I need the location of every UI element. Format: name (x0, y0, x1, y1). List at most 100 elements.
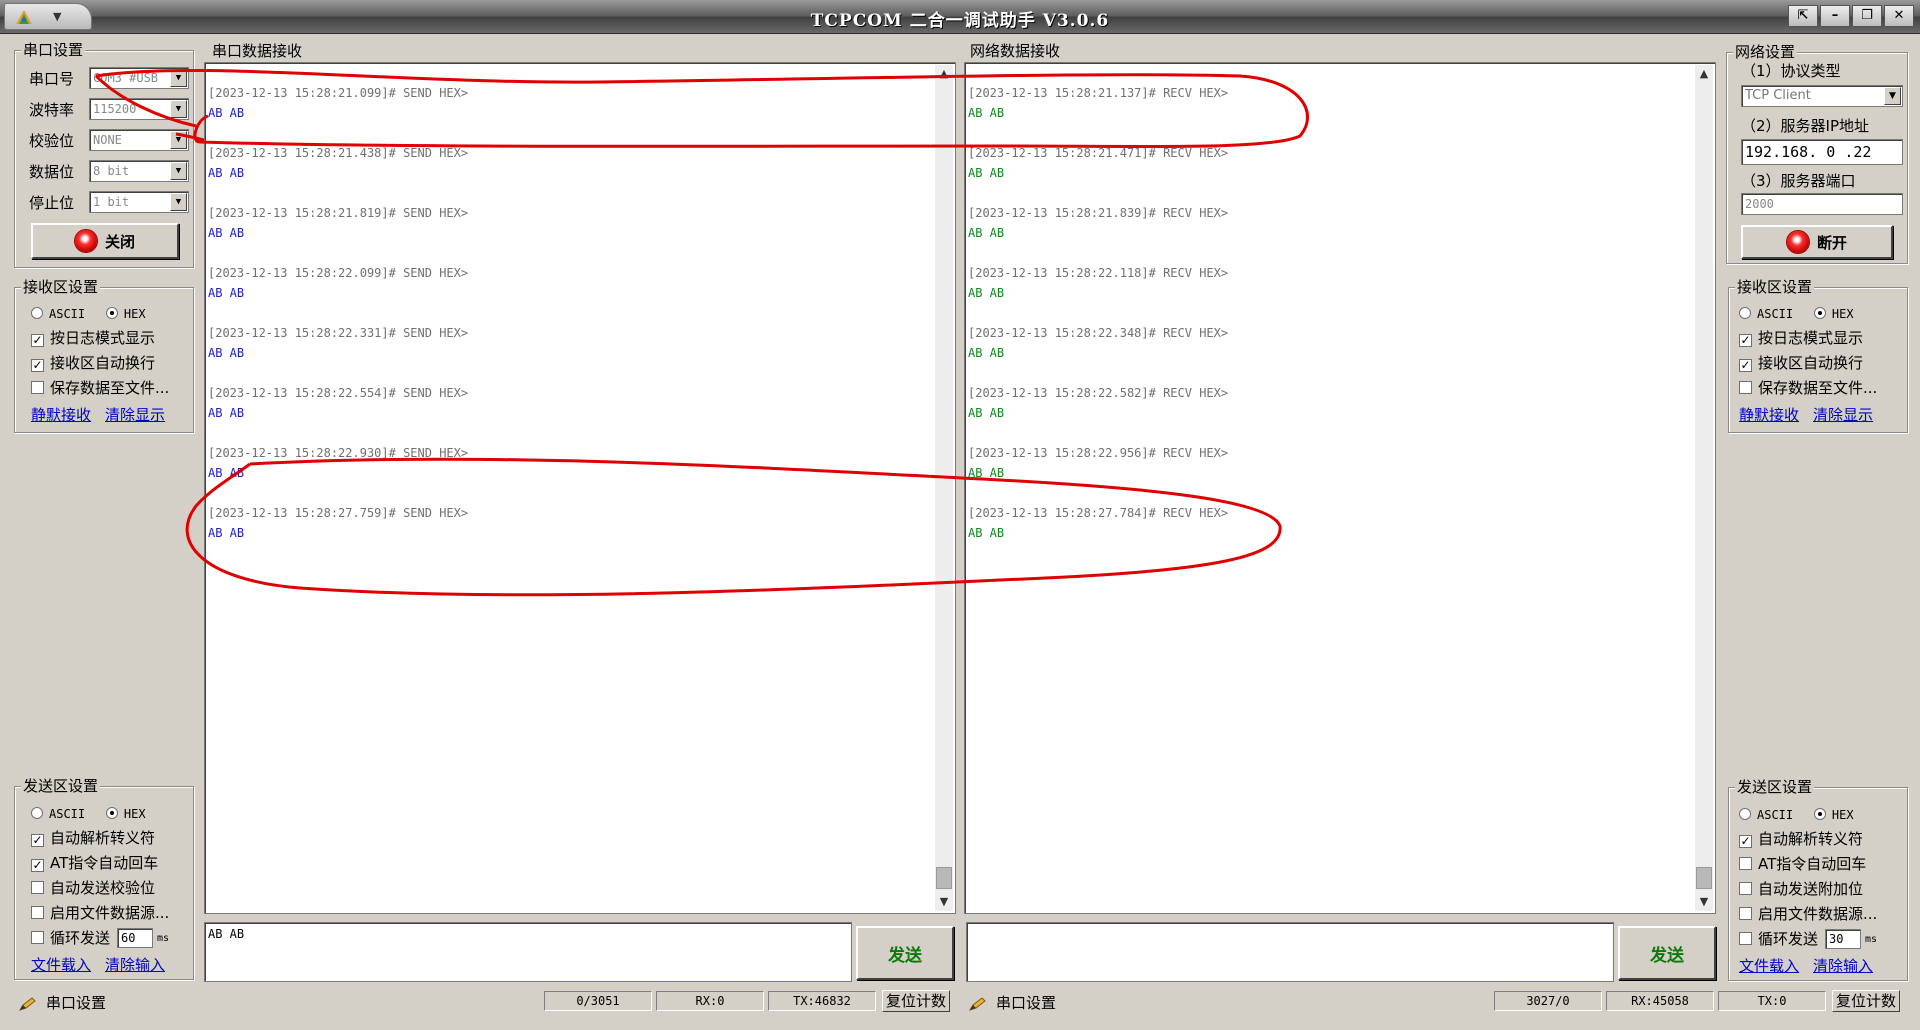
stopbits-select[interactable]: 1 bit ▼ (89, 191, 189, 213)
parity-select[interactable]: NONE ▼ (89, 129, 189, 151)
net-send-input[interactable] (966, 922, 1614, 982)
net-clear-display-link[interactable]: 清除显示 (1813, 406, 1873, 424)
checksum-checkbox[interactable]: 自动发送校验位 (31, 878, 155, 898)
loop-unit: ms (1865, 934, 1878, 945)
net-log-mode-checkbox[interactable]: ✓ 按日志模式显示 (1739, 328, 1863, 348)
log-entry-header: [2023-12-13 15:28:21.438]# SEND HEX> (208, 146, 469, 160)
checkbox-empty-icon (31, 881, 44, 894)
clear-display-link[interactable]: 清除显示 (105, 406, 165, 424)
baud-value: 115200 (93, 102, 137, 116)
at-cr-label: AT指令自动回车 (50, 854, 159, 872)
scroll-thumb[interactable] (1696, 867, 1712, 889)
net-send-ascii-radio[interactable]: ASCII (1739, 805, 1793, 823)
net-loop-send-checkbox[interactable]: 循环发送 (1739, 929, 1818, 949)
save-file-label: 保存数据至文件... (50, 379, 170, 397)
net-loop-interval-input[interactable]: 30 (1825, 929, 1861, 949)
status-serial-settings[interactable]: 串口设置 (18, 993, 106, 1013)
escape-checkbox[interactable]: ✓ 自动解析转义符 (31, 828, 155, 848)
net-send-hex-radio[interactable]: HEX (1813, 805, 1854, 823)
scroll-down-icon[interactable]: ▼ (935, 893, 953, 911)
loop-send-label: 循环发送 (50, 929, 111, 947)
checkmark-icon: ✓ (1739, 358, 1752, 372)
recv-hex-radio[interactable]: HEX (105, 304, 146, 322)
send-hex-radio[interactable]: HEX (105, 804, 146, 822)
log-mode-checkbox[interactable]: ✓ 按日志模式显示 (31, 328, 155, 348)
send-ascii-radio[interactable]: ASCII (31, 804, 85, 822)
ascii-label: ASCII (49, 807, 86, 821)
net-send-button[interactable]: 发送 (1618, 926, 1716, 980)
serial-close-button[interactable]: 关闭 (31, 223, 179, 259)
net-load-file-link[interactable]: 文件载入 (1739, 957, 1799, 975)
log-entry: [2023-12-13 15:28:22.099]# SEND HEX> AB A… (208, 263, 468, 323)
log-entry-data: AB AB (968, 406, 1005, 420)
recv-ascii-radio[interactable]: ASCII (31, 304, 85, 322)
net-recv-scrollbar[interactable]: ▲ ▼ (1695, 65, 1713, 911)
clear-input-link[interactable]: 清除输入 (105, 956, 165, 974)
net-reset-count-button[interactable]: 复位计数 (1832, 990, 1900, 1012)
parity-value: NONE (93, 133, 122, 147)
status-net-tx: TX:0 (1718, 991, 1826, 1011)
net-send-mode-row: ASCII HEX (1739, 804, 1854, 825)
net-recv-panel[interactable]: [2023-12-13 15:28:21.137]# RECV HEX> AB A… (964, 62, 1716, 914)
databits-select[interactable]: 8 bit ▼ (89, 160, 189, 182)
net-disconnect-button[interactable]: 断开 (1741, 225, 1893, 259)
port-select[interactable]: COM3 #USB ▼ (89, 67, 189, 89)
net-pause-recv-link[interactable]: 静默接收 (1739, 406, 1799, 424)
net-save-file-checkbox[interactable]: 保存数据至文件... (1739, 378, 1877, 398)
baud-select[interactable]: 115200 ▼ (89, 98, 189, 120)
file-source-label: 启用文件数据源... (50, 904, 170, 922)
serial-recv-scrollbar[interactable]: ▲ ▼ (935, 65, 953, 911)
log-entry-data: AB AB (208, 466, 245, 480)
checkbox-empty-icon (1739, 907, 1752, 920)
file-source-checkbox[interactable]: 启用文件数据源... (31, 903, 169, 923)
group-title: 接收区设置 (21, 278, 101, 296)
net-clear-input-link[interactable]: 清除输入 (1813, 957, 1873, 975)
scroll-thumb[interactable] (936, 867, 952, 889)
log-entry-data: AB AB (968, 106, 1005, 120)
serial-send-button[interactable]: 发送 (856, 926, 954, 980)
net-checksum-checkbox[interactable]: 自动发送附加位 (1739, 879, 1863, 899)
status-net-settings[interactable]: 串口设置 (968, 993, 1056, 1013)
pencil-icon (18, 996, 36, 1011)
net-escape-checkbox[interactable]: ✓ 自动解析转义符 (1739, 829, 1863, 849)
auto-wrap-checkbox[interactable]: ✓ 接收区自动换行 (31, 353, 155, 373)
net-at-cr-checkbox[interactable]: AT指令自动回车 (1739, 854, 1866, 874)
serial-reset-count-button[interactable]: 复位计数 (882, 990, 950, 1012)
scroll-down-icon[interactable]: ▼ (1695, 893, 1713, 911)
radio-icon (1813, 808, 1826, 820)
net-recv-hex-radio[interactable]: HEX (1813, 304, 1854, 322)
log-entry-data: AB AB (208, 526, 245, 540)
scroll-up-icon[interactable]: ▲ (935, 65, 953, 83)
log-entry-data: AB AB (208, 106, 245, 120)
load-file-link[interactable]: 文件载入 (31, 956, 91, 974)
protocol-select[interactable]: TCP Client ▼ (1741, 85, 1903, 107)
serial-recv-panel[interactable]: [2023-12-13 15:28:21.099]# SEND HEX> AB A… (204, 62, 956, 914)
minimize-icon[interactable]: – (1820, 5, 1850, 27)
net-auto-wrap-checkbox[interactable]: ✓ 接收区自动换行 (1739, 353, 1863, 373)
serial-send-input[interactable]: AB AB (204, 922, 852, 982)
close-icon[interactable]: ✕ (1884, 5, 1914, 27)
net-file-source-checkbox[interactable]: 启用文件数据源... (1739, 904, 1877, 924)
ip-input[interactable]: 192.168. 0 .22 (1741, 139, 1903, 165)
net-recv-title: 网络数据接收 (970, 42, 1061, 60)
save-file-checkbox[interactable]: 保存数据至文件... (31, 378, 169, 398)
loop-interval-input[interactable]: 60 (117, 928, 153, 948)
net-port-input[interactable]: 2000 (1741, 193, 1903, 215)
scroll-up-icon[interactable]: ▲ (1695, 65, 1713, 83)
loop-send-checkbox[interactable]: 循环发送 (31, 928, 110, 948)
maximize-icon[interactable]: ❐ (1852, 5, 1882, 27)
pause-recv-link[interactable]: 静默接收 (31, 406, 91, 424)
radio-icon (31, 807, 43, 819)
pin-icon[interactable]: ⇱ (1788, 5, 1818, 27)
hex-label: HEX (123, 807, 146, 821)
radio-icon (105, 807, 118, 819)
group-title: 接收区设置 (1735, 278, 1815, 296)
at-cr-checkbox[interactable]: ✓ AT指令自动回车 (31, 853, 158, 873)
group-title: 发送区设置 (1735, 778, 1815, 796)
status-serial-tx: TX:46832 (768, 991, 876, 1011)
log-entry: [2023-12-13 15:28:22.348]# RECV HEX> AB A… (968, 323, 1228, 383)
log-entry: [2023-12-13 15:28:27.759]# SEND HEX> AB A… (208, 503, 468, 563)
log-entry-header: [2023-12-13 15:28:27.784]# RECV HEX> (968, 506, 1229, 520)
net-recv-ascii-radio[interactable]: ASCII (1739, 304, 1793, 322)
log-entry: [2023-12-13 15:28:22.956]# RECV HEX> AB A… (968, 443, 1228, 503)
